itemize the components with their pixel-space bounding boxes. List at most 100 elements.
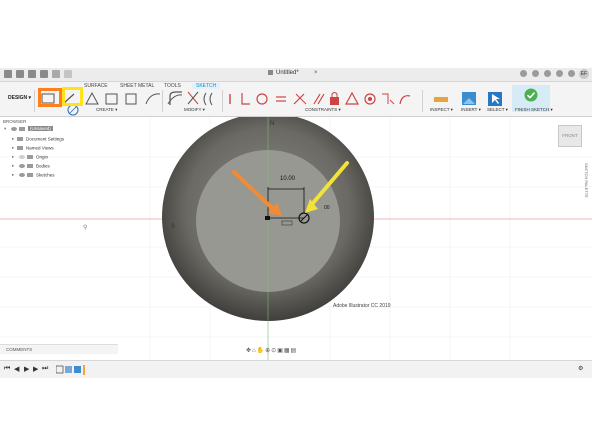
display-settings-icon[interactable]: ▣: [277, 348, 284, 354]
tab-surface[interactable]: SURFACE: [84, 83, 108, 89]
symmetry-icon[interactable]: [344, 91, 360, 105]
ribbon-separator: [34, 90, 35, 112]
center-diameter-circle-icon[interactable]: [67, 104, 79, 116]
workspace-switcher-button[interactable]: DESIGN ▾: [8, 95, 31, 101]
viewcube[interactable]: FRONT: [558, 125, 582, 147]
viewports-icon[interactable]: ▤: [291, 348, 298, 354]
highlight-box-orange: [38, 88, 62, 107]
comments-label: COMMENTS: [6, 347, 33, 352]
arc-tool-icon[interactable]: [145, 93, 161, 105]
browser-item-sketches[interactable]: ▸ Sketches: [12, 172, 55, 180]
close-tab-icon[interactable]: ×: [314, 70, 318, 76]
collapse-arrow-icon[interactable]: ▾: [4, 126, 9, 132]
finish-sketch-label: FINISH SKETCH ▾: [515, 107, 553, 112]
constraints-menu[interactable]: CONSTRAINTS ▾: [305, 107, 341, 113]
curvature-icon[interactable]: [399, 95, 411, 105]
fillet-tool-icon[interactable]: [169, 91, 182, 105]
dimension-value[interactable]: 10.00: [280, 176, 295, 182]
go-to-end-icon[interactable]: ⏭: [42, 365, 48, 373]
help-icon[interactable]: [568, 70, 575, 77]
job-status-icon[interactable]: [544, 70, 551, 77]
insert-image-icon[interactable]: [462, 92, 476, 105]
insert-menu[interactable]: INSERT ▾: [461, 107, 481, 113]
polygon-tool-icon[interactable]: [105, 93, 118, 105]
save-icon[interactable]: [40, 70, 48, 78]
browser-header[interactable]: BROWSER: [3, 119, 26, 124]
browser-item-origin[interactable]: ▸ Origin: [12, 154, 48, 162]
root-component-name: (Unsaved): [28, 126, 53, 132]
browser-item-bodies[interactable]: ▸ Bodies: [12, 163, 50, 171]
equal-icon[interactable]: [382, 93, 395, 105]
expand-arrow-icon[interactable]: ▸: [12, 172, 17, 178]
pan-icon[interactable]: ✋: [257, 348, 265, 354]
user-avatar[interactable]: EF: [579, 69, 589, 79]
expand-arrow-icon[interactable]: ▸: [12, 154, 17, 160]
tangent-icon[interactable]: [364, 93, 376, 105]
browser-item-document-settings[interactable]: ▸ Document Settings: [12, 136, 64, 144]
modify-tools: [169, 91, 213, 106]
ribbon-separator: [422, 90, 423, 112]
title-bar: Untitled* × EF: [0, 68, 592, 82]
lock-constraint-icon[interactable]: [330, 92, 339, 106]
concentric-icon[interactable]: [256, 93, 268, 105]
inspect-menu[interactable]: INSPECT ▾: [430, 107, 453, 113]
visibility-eye-icon[interactable]: [19, 154, 25, 159]
undo-icon[interactable]: [52, 70, 60, 78]
new-tab-icon[interactable]: [520, 70, 527, 77]
step-back-icon[interactable]: ◀: [14, 365, 19, 373]
rectangle-tool-icon[interactable]: [85, 91, 99, 105]
select-menu[interactable]: SELECT ▾: [487, 107, 508, 113]
midpoint-icon[interactable]: [276, 96, 286, 102]
play-icon[interactable]: ▶: [24, 365, 29, 373]
grid-settings-icon[interactable]: ▦: [284, 348, 291, 354]
visibility-eye-icon[interactable]: [11, 126, 17, 131]
folder-icon: [27, 154, 33, 159]
offset-tool-icon[interactable]: [203, 92, 213, 106]
ribbon-separator: [162, 90, 163, 112]
timeline-marker-icon[interactable]: [83, 365, 85, 375]
trim-tool-icon[interactable]: [187, 91, 199, 105]
sketch-feature-icon[interactable]: [56, 365, 64, 374]
fix-icon[interactable]: [293, 93, 307, 105]
timeline: ⏮ ◀ ▶ ▶ ⏭ ⚙: [0, 360, 592, 378]
visibility-eye-icon[interactable]: [19, 172, 25, 177]
data-panel-icon[interactable]: [16, 70, 24, 78]
highlight-box-yellow: [62, 87, 83, 106]
document-tab[interactable]: Untitled*: [268, 70, 299, 76]
browser-root-node[interactable]: ▾ (Unsaved): [4, 126, 53, 134]
extrude-feature-icon[interactable]: [65, 366, 72, 373]
top-axis-label: N: [270, 121, 275, 127]
circle-tool-icon[interactable]: [125, 93, 137, 105]
extensions-icon[interactable]: [532, 70, 539, 77]
watermark: Adobe Illustrator CC 2019: [333, 303, 391, 309]
dimension-value-partial[interactable]: 00: [324, 205, 330, 211]
browser-item-named-views[interactable]: ▸ Named Views: [12, 145, 54, 153]
collinear-icon[interactable]: [241, 93, 250, 105]
app-menu-icon[interactable]: [4, 70, 12, 78]
left-axis-label: S: [171, 224, 176, 230]
parallel-icon[interactable]: [313, 93, 325, 105]
redo-icon[interactable]: [64, 70, 72, 78]
notifications-icon[interactable]: [556, 70, 563, 77]
gear-icon: [17, 136, 23, 141]
go-to-start-icon[interactable]: ⏮: [4, 365, 10, 373]
file-icon[interactable]: [28, 70, 36, 78]
select-icon[interactable]: [488, 92, 502, 106]
timeline-settings-icon[interactable]: ⚙: [578, 365, 583, 372]
modify-menu[interactable]: MODIFY ▾: [184, 107, 205, 113]
expand-arrow-icon[interactable]: ▸: [12, 163, 17, 169]
visibility-eye-icon[interactable]: [19, 163, 25, 168]
tab-sheet-metal[interactable]: SHEET METAL: [120, 83, 154, 89]
ribbon: SURFACE SHEET METAL TOOLS SKETCH DESIGN …: [0, 82, 592, 117]
tab-tools[interactable]: TOOLS: [164, 83, 181, 89]
checkmark-icon: [524, 88, 538, 102]
sketch-origin-point[interactable]: [265, 216, 270, 220]
measure-icon[interactable]: [434, 97, 448, 102]
tab-sketch[interactable]: SKETCH: [192, 83, 221, 89]
active-sketch-feature-icon[interactable]: [74, 366, 81, 373]
comments-panel[interactable]: COMMENTS: [0, 344, 118, 354]
step-forward-icon[interactable]: ▶: [33, 365, 38, 373]
create-menu[interactable]: CREATE ▾: [96, 107, 117, 113]
sketch-palette-tab[interactable]: SKETCH PALETTE: [583, 163, 589, 203]
sketch-origin-marker: ⚲: [83, 224, 87, 231]
